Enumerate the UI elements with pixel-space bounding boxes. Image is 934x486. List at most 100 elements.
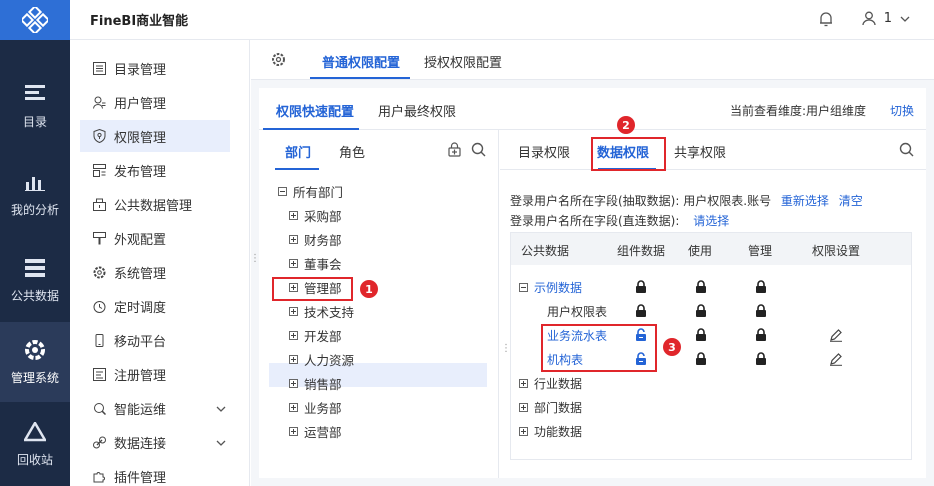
col-component-data: 组件数据	[617, 244, 666, 258]
menu-label: 移动平台	[114, 334, 167, 350]
expand-icon[interactable]	[289, 258, 298, 268]
tab-department[interactable]: 部门	[285, 142, 311, 161]
menu-permission-manage[interactable]: 权限管理	[80, 120, 230, 152]
direct-field-line: 登录用户名所在字段(直连数据): 请选择	[510, 212, 729, 229]
lock-icon[interactable]	[695, 328, 707, 346]
bell-icon[interactable]	[818, 11, 834, 31]
grid-row[interactable]: 用户权限表	[511, 299, 911, 323]
lock-icon[interactable]	[635, 280, 647, 298]
chevron-down-icon[interactable]	[216, 435, 226, 450]
grid-row[interactable]: 示例数据	[511, 275, 911, 299]
nav-my-analysis[interactable]: 我的分析	[0, 154, 70, 234]
tab-share-permission[interactable]: 共享权限	[674, 142, 726, 161]
tree-item[interactable]: 销售部	[289, 372, 342, 394]
lock-icon[interactable]	[695, 280, 707, 298]
search-icon[interactable]	[899, 142, 914, 161]
expand-icon[interactable]	[289, 234, 298, 244]
tree-item-label: 销售部	[304, 376, 342, 392]
lock-icon[interactable]	[755, 352, 767, 370]
reselect-link[interactable]: 重新选择	[781, 194, 829, 208]
edit-icon[interactable]	[829, 352, 843, 370]
tab-quick-config[interactable]: 权限快速配置	[276, 101, 354, 120]
menu-smart-ops[interactable]: 智能运维	[80, 392, 230, 424]
mobile-icon	[92, 333, 106, 347]
tree-item[interactable]: 董事会	[289, 252, 342, 274]
grid-row[interactable]: 行业数据	[511, 371, 911, 395]
grid-row[interactable]: 功能数据	[511, 419, 911, 443]
nav-admin-system[interactable]: 管理系统	[0, 322, 70, 402]
expand-icon[interactable]	[519, 427, 528, 436]
lock-icon[interactable]	[755, 280, 767, 298]
tree-root-label: 所有部门	[293, 184, 344, 200]
tree-item[interactable]: 采购部	[289, 204, 342, 226]
annotation-badge-2: 2	[617, 116, 635, 134]
user-menu[interactable]: 1	[862, 11, 910, 26]
switch-link[interactable]: 切换	[890, 102, 914, 119]
gear-icon[interactable]	[271, 52, 286, 71]
edit-icon[interactable]	[829, 328, 843, 346]
clear-link[interactable]: 清空	[839, 194, 863, 208]
tree-item[interactable]: 人力资源	[289, 348, 354, 370]
tab-role[interactable]: 角色	[339, 142, 365, 161]
shield-icon	[92, 129, 106, 143]
lock-icon[interactable]	[695, 352, 707, 370]
expand-icon[interactable]	[289, 378, 298, 388]
nav-recycle-bin[interactable]: 回收站	[0, 404, 70, 484]
nav-my-analysis-label: 我的分析	[10, 202, 59, 217]
annotation-badge-1: 1	[360, 280, 378, 298]
tree-item[interactable]: 开发部	[289, 324, 342, 346]
nav-catalog[interactable]: 目录	[0, 66, 70, 146]
menu-system-manage[interactable]: 系统管理	[80, 256, 230, 288]
tab-grant-permission[interactable]: 授权权限配置	[424, 52, 502, 71]
drag-handle[interactable]: ⋮	[250, 254, 260, 264]
menu-scheduled-task[interactable]: 定时调度	[80, 290, 230, 322]
menu-label: 用户管理	[114, 96, 167, 112]
expand-icon[interactable]	[519, 379, 528, 388]
row-text: 部门数据	[534, 401, 583, 415]
lock-icon[interactable]	[635, 304, 647, 322]
active-tab-underline	[275, 168, 319, 170]
grid-row[interactable]: 部门数据	[511, 395, 911, 419]
lock-icon[interactable]	[755, 328, 767, 346]
collapse-icon[interactable]	[519, 283, 528, 292]
tree-item[interactable]: 财务部	[289, 228, 342, 250]
link-icon	[92, 435, 106, 449]
menu-appearance-config[interactable]: 外观配置	[80, 222, 230, 254]
tab-user-final-permission[interactable]: 用户最终权限	[378, 101, 456, 120]
system-gear-icon	[24, 339, 46, 361]
lock-filter-icon[interactable]	[447, 142, 462, 161]
tree-item-label: 开发部	[304, 328, 342, 344]
expand-icon[interactable]	[289, 210, 298, 220]
expand-icon[interactable]	[519, 403, 528, 412]
analysis-icon	[24, 171, 46, 193]
app-logo[interactable]	[0, 0, 70, 40]
expand-icon[interactable]	[289, 402, 298, 412]
tab-catalog-permission[interactable]: 目录权限	[518, 142, 570, 161]
chevron-down-icon[interactable]	[216, 401, 226, 416]
menu-data-connection[interactable]: 数据连接	[80, 426, 230, 458]
menu-mobile-platform[interactable]: 移动平台	[80, 324, 230, 356]
tab-normal-permission[interactable]: 普通权限配置	[322, 52, 400, 71]
clock-icon	[92, 299, 106, 313]
tree-root[interactable]: 所有部门	[278, 180, 343, 202]
expand-icon[interactable]	[289, 306, 298, 316]
menu-catalog-manage[interactable]: 目录管理	[80, 52, 230, 84]
nav-public-data[interactable]: 公共数据	[0, 240, 70, 320]
expand-icon[interactable]	[289, 426, 298, 436]
collapse-icon[interactable]	[278, 186, 287, 196]
expand-icon[interactable]	[289, 330, 298, 340]
menu-registration-manage[interactable]: 注册管理	[80, 358, 230, 390]
menu-public-data-manage[interactable]: 公共数据管理	[80, 188, 230, 220]
tree-item[interactable]: 业务部	[289, 396, 342, 418]
tree-item-label: 财务部	[304, 232, 342, 248]
choose-link[interactable]: 请选择	[693, 214, 729, 228]
tree-item[interactable]: 技术支持	[289, 300, 354, 322]
expand-icon[interactable]	[289, 354, 298, 364]
search-icon[interactable]	[471, 142, 486, 161]
tree-item[interactable]: 运营部	[289, 420, 342, 442]
menu-plugin-manage[interactable]: 插件管理	[80, 460, 230, 486]
menu-publish-manage[interactable]: 发布管理	[80, 154, 230, 186]
lock-icon[interactable]	[755, 304, 767, 322]
lock-icon[interactable]	[695, 304, 707, 322]
menu-user-manage[interactable]: 用户管理	[80, 86, 230, 118]
